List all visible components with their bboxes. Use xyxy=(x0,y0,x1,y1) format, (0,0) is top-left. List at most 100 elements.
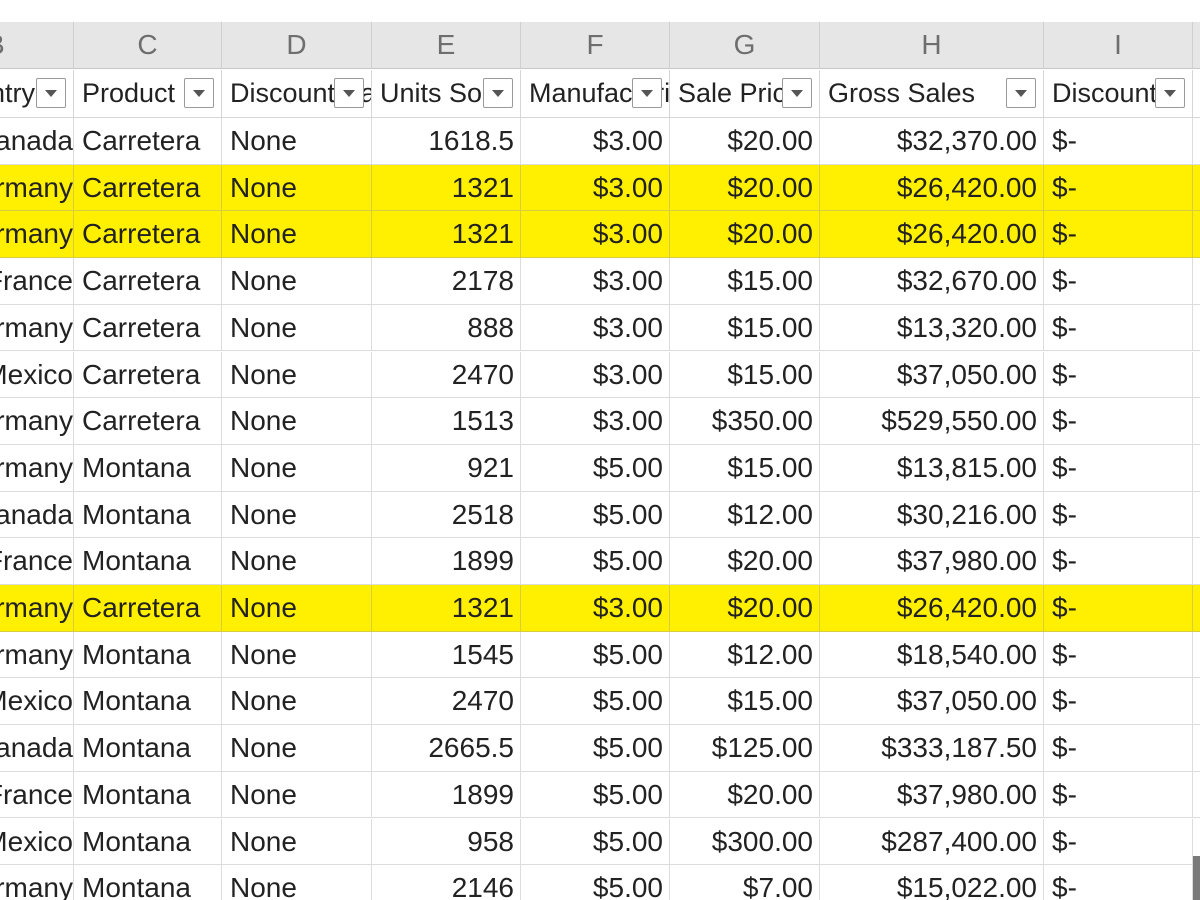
cell-manufacturing-price[interactable]: $5.00 xyxy=(521,444,670,491)
cell-country[interactable]: France xyxy=(0,538,74,585)
cell-country[interactable]: Germany xyxy=(0,444,74,491)
filter-dropdown-button[interactable] xyxy=(334,78,364,108)
cell-units-sold[interactable]: 1513 xyxy=(372,398,521,445)
cell-discount-band[interactable]: None xyxy=(222,164,372,211)
cell-gross-sales[interactable]: $26,420.00 xyxy=(820,585,1044,631)
cell-country[interactable]: Canada xyxy=(0,491,74,538)
cell-gross-sales[interactable]: $37,050.00 xyxy=(820,351,1044,398)
cell-country[interactable]: Mexico xyxy=(0,678,74,725)
cell-units-sold[interactable]: 1321 xyxy=(372,585,521,631)
cell-gross-sales[interactable]: $13,815.00 xyxy=(820,444,1044,491)
cell-gross-sales[interactable]: $32,370.00 xyxy=(820,118,1044,164)
cell-discounts[interactable]: $- xyxy=(1044,771,1193,818)
cell-manufacturing-price[interactable]: $5.00 xyxy=(521,818,670,865)
cell-country[interactable]: Germany xyxy=(0,304,74,351)
cell-manufacturing-price[interactable]: $3.00 xyxy=(521,258,670,305)
cell-gross-sales[interactable]: $30,216.00 xyxy=(820,491,1044,538)
cell-discount-band[interactable]: None xyxy=(222,771,372,818)
cell-product[interactable]: Carretera xyxy=(74,351,222,398)
cell-discounts[interactable]: $- xyxy=(1044,865,1193,900)
scrollbar-edge[interactable] xyxy=(1193,856,1200,900)
cell-manufacturing-price[interactable]: $5.00 xyxy=(521,491,670,538)
cell-sale-price[interactable]: $20.00 xyxy=(670,585,820,631)
filter-dropdown-button[interactable] xyxy=(483,78,513,108)
cell-discount-band[interactable]: None xyxy=(222,118,372,164)
cell-discounts[interactable]: $- xyxy=(1044,351,1193,398)
cell-gross-sales[interactable]: $333,187.50 xyxy=(820,725,1044,772)
cell-discounts[interactable]: $- xyxy=(1044,725,1193,772)
cell-sale-price[interactable]: $15.00 xyxy=(670,351,820,398)
filter-dropdown-button[interactable] xyxy=(1155,78,1185,108)
cell-country[interactable]: Germany xyxy=(0,398,74,445)
cell-manufacturing-price[interactable]: $5.00 xyxy=(521,631,670,678)
cell-discount-band[interactable]: None xyxy=(222,491,372,538)
cell-discounts[interactable]: $- xyxy=(1044,818,1193,865)
cell-sale-price[interactable]: $15.00 xyxy=(670,258,820,305)
cell-discount-band[interactable]: None xyxy=(222,631,372,678)
column-letter-i[interactable]: I xyxy=(1044,22,1193,68)
column-letter-e[interactable]: E xyxy=(372,22,521,68)
cell-units-sold[interactable]: 888 xyxy=(372,304,521,351)
filter-dropdown-button[interactable] xyxy=(632,78,662,108)
cell-sale-price[interactable]: $20.00 xyxy=(670,771,820,818)
cell-product[interactable]: Carretera xyxy=(74,211,222,258)
cell-units-sold[interactable]: 921 xyxy=(372,444,521,491)
cell-product[interactable]: Carretera xyxy=(74,398,222,445)
cell-manufacturing-price[interactable]: $3.00 xyxy=(521,118,670,164)
cell-discount-band[interactable]: None xyxy=(222,351,372,398)
cell-product[interactable]: Montana xyxy=(74,865,222,900)
cell-manufacturing-price[interactable]: $5.00 xyxy=(521,725,670,772)
cell-gross-sales[interactable]: $18,540.00 xyxy=(820,631,1044,678)
cell-discount-band[interactable]: None xyxy=(222,725,372,772)
cell-manufacturing-price[interactable]: $3.00 xyxy=(521,304,670,351)
cell-discount-band[interactable]: None xyxy=(222,258,372,305)
cell-country[interactable]: Canada xyxy=(0,118,74,164)
column-letter-h[interactable]: H xyxy=(820,22,1044,68)
cell-gross-sales[interactable]: $37,980.00 xyxy=(820,538,1044,585)
column-letter-f[interactable]: F xyxy=(521,22,670,68)
cell-gross-sales[interactable]: $37,980.00 xyxy=(820,771,1044,818)
cell-units-sold[interactable]: 1545 xyxy=(372,631,521,678)
cell-units-sold[interactable]: 1618.5 xyxy=(372,118,521,164)
cell-discount-band[interactable]: None xyxy=(222,211,372,258)
cell-discount-band[interactable]: None xyxy=(222,538,372,585)
cell-manufacturing-price[interactable]: $3.00 xyxy=(521,398,670,445)
cell-product[interactable]: Carretera xyxy=(74,164,222,211)
cell-sale-price[interactable]: $12.00 xyxy=(670,631,820,678)
cell-manufacturing-price[interactable]: $5.00 xyxy=(521,865,670,900)
cell-sale-price[interactable]: $20.00 xyxy=(670,211,820,258)
cell-country[interactable]: Germany xyxy=(0,164,74,211)
filter-dropdown-button[interactable] xyxy=(1006,78,1036,108)
cell-discounts[interactable]: $- xyxy=(1044,118,1193,164)
cell-manufacturing-price[interactable]: $3.00 xyxy=(521,211,670,258)
column-letter-c[interactable]: C xyxy=(74,22,222,68)
cell-manufacturing-price[interactable]: $5.00 xyxy=(521,538,670,585)
cell-country[interactable]: Mexico xyxy=(0,351,74,398)
cell-discount-band[interactable]: None xyxy=(222,678,372,725)
cell-units-sold[interactable]: 1899 xyxy=(372,538,521,585)
cell-sale-price[interactable]: $350.00 xyxy=(670,398,820,445)
cell-country[interactable]: Canada xyxy=(0,725,74,772)
cell-country[interactable]: Germany xyxy=(0,585,74,631)
cell-manufacturing-price[interactable]: $5.00 xyxy=(521,678,670,725)
cell-gross-sales[interactable]: $13,320.00 xyxy=(820,304,1044,351)
cell-units-sold[interactable]: 958 xyxy=(372,818,521,865)
cell-sale-price[interactable]: $7.00 xyxy=(670,865,820,900)
cell-country[interactable]: Mexico xyxy=(0,818,74,865)
cell-sale-price[interactable]: $300.00 xyxy=(670,818,820,865)
cell-discount-band[interactable]: None xyxy=(222,865,372,900)
cell-product[interactable]: Montana xyxy=(74,678,222,725)
cell-product[interactable]: Carretera xyxy=(74,585,222,631)
cell-country[interactable]: Germany xyxy=(0,865,74,900)
cell-units-sold[interactable]: 1899 xyxy=(372,771,521,818)
cell-gross-sales[interactable]: $15,022.00 xyxy=(820,865,1044,900)
cell-discounts[interactable]: $- xyxy=(1044,211,1193,258)
cell-discounts[interactable]: $- xyxy=(1044,631,1193,678)
cell-product[interactable]: Montana xyxy=(74,771,222,818)
cell-units-sold[interactable]: 2470 xyxy=(372,351,521,398)
cell-units-sold[interactable]: 2470 xyxy=(372,678,521,725)
cell-country[interactable]: France xyxy=(0,258,74,305)
cell-discounts[interactable]: $- xyxy=(1044,678,1193,725)
column-letter-b[interactable]: B xyxy=(0,22,74,68)
cell-product[interactable]: Carretera xyxy=(74,118,222,164)
